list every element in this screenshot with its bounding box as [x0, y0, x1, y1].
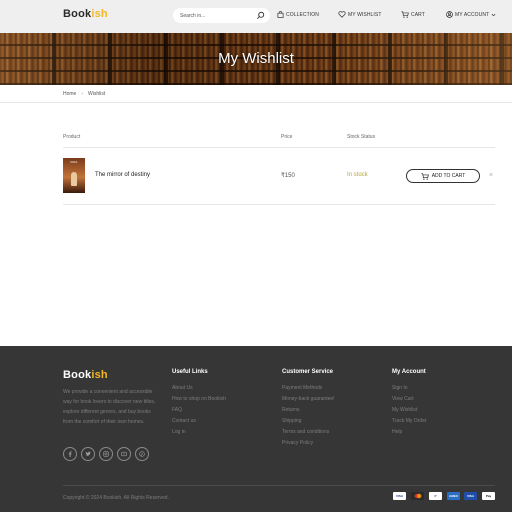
amex-icon: AMEX	[447, 492, 460, 500]
footer-logo-part1: Book	[63, 369, 92, 381]
nav-cart-label: CART	[411, 11, 425, 18]
footer-useful-links: Useful Links About Us How to shop on Boo…	[172, 369, 226, 438]
footer-customer-service: Customer Service Payment Methods Money-b…	[282, 369, 335, 449]
column-header-product: Product	[63, 134, 81, 140]
stock-status: In stock	[347, 172, 368, 178]
page-title: My Wishlist	[218, 50, 294, 67]
footer-link-terms[interactable]: Terms and conditions	[282, 427, 335, 438]
cart-icon	[401, 11, 409, 18]
footer-link-track-order[interactable]: Track My Order	[392, 416, 427, 427]
footer-useful-links-title: Useful Links	[172, 369, 208, 375]
copyright-text: Copyright © 2024 Bookish. All Rights Res…	[63, 495, 169, 501]
add-to-cart-label: ADD TO CART	[431, 173, 466, 179]
footer-link-faq[interactable]: FAQ	[172, 405, 226, 416]
breadcrumb: Home › Wishlist	[63, 91, 105, 97]
divider	[0, 102, 512, 103]
paypal-icon: P	[429, 492, 442, 500]
heart-icon	[338, 11, 346, 18]
search-input[interactable]	[180, 12, 250, 19]
product-thumbnail[interactable]: SOUL	[63, 158, 85, 193]
pinterest-icon[interactable]	[135, 447, 149, 461]
mastercard-icon	[411, 492, 424, 500]
brand-logo-part1: Book	[63, 8, 92, 20]
footer-link-log-in[interactable]: Log in	[172, 427, 226, 438]
footer-link-help[interactable]: Help	[392, 427, 427, 438]
user-icon	[446, 11, 453, 18]
breadcrumb-home[interactable]: Home	[63, 91, 76, 97]
product-name[interactable]: The mirror of destiny	[95, 172, 150, 178]
table-row-divider	[63, 204, 495, 205]
column-header-price: Price	[281, 134, 293, 140]
facebook-icon[interactable]	[63, 447, 77, 461]
footer-link-returns[interactable]: Returns	[282, 405, 335, 416]
footer-link-money-back[interactable]: Money-back guarantee!	[282, 394, 335, 405]
nav-cart[interactable]: CART	[401, 11, 425, 18]
footer-logo[interactable]: Bookish	[63, 369, 108, 381]
footer-logo-part2: ish	[91, 369, 108, 381]
site-header: Bookish COLLECTION MY WISHLIST CART MY A…	[0, 0, 512, 33]
bag-icon	[277, 11, 284, 18]
cart-icon	[421, 172, 429, 180]
nav-collection[interactable]: COLLECTION	[277, 11, 319, 18]
visa-card-icon-label: VISA	[466, 494, 474, 498]
footer-link-about-us[interactable]: About Us	[172, 383, 226, 394]
footer-my-account: My Account Sign In View Cart My Wishlist…	[392, 369, 427, 438]
search-box	[173, 8, 270, 23]
product-price: ₹150	[281, 173, 295, 179]
brand-logo[interactable]: Bookish	[63, 8, 108, 20]
brand-logo-part2: ish	[91, 8, 108, 20]
footer-link-shipping[interactable]: Shipping	[282, 416, 335, 427]
nav-account-label: MY ACCOUNT	[455, 11, 490, 18]
instagram-icon[interactable]	[99, 447, 113, 461]
amex-icon-label: AMEX	[449, 494, 458, 498]
footer-customer-service-title: Customer Service	[282, 369, 334, 375]
twitter-icon[interactable]	[81, 447, 95, 461]
column-header-stock: Stock Status	[347, 134, 376, 140]
applepay-icon-label: Pay	[485, 494, 492, 498]
page-banner: My Wishlist	[0, 33, 512, 85]
cover-figure	[71, 172, 77, 186]
footer-about-text: We provide a convenient and accessible w…	[63, 389, 156, 425]
table-header-divider	[63, 147, 495, 148]
visa-card-icon: VISA	[464, 492, 477, 500]
nav-account[interactable]: MY ACCOUNT	[446, 11, 496, 18]
chevron-down-icon	[491, 13, 496, 16]
footer-my-account-title: My Account	[392, 369, 426, 375]
visa-icon-label: VISA	[395, 494, 403, 498]
footer-link-privacy[interactable]: Privacy Policy	[282, 438, 335, 449]
nav-wishlist-label: MY WISHLIST	[348, 11, 382, 18]
nav-collection-label: COLLECTION	[286, 11, 319, 18]
footer-link-payment-methods[interactable]: Payment Methods	[282, 383, 335, 394]
footer-link-view-cart[interactable]: View Cart	[392, 394, 427, 405]
footer-link-sign-in[interactable]: Sign In	[392, 383, 427, 394]
add-to-cart-button[interactable]: ADD TO CART	[406, 169, 480, 183]
footer-link-my-wishlist[interactable]: My Wishlist	[392, 405, 427, 416]
footer-link-contact-us[interactable]: Contact us	[172, 416, 226, 427]
social-links	[63, 447, 149, 461]
site-footer: Bookish We provide a convenient and acce…	[0, 346, 512, 512]
visa-icon: VISA	[393, 492, 406, 500]
search-icon[interactable]	[256, 11, 265, 20]
applepay-icon: Pay	[482, 492, 495, 500]
youtube-icon[interactable]	[117, 447, 131, 461]
paypal-icon-label: P	[434, 494, 437, 498]
breadcrumb-separator-icon: ›	[81, 91, 84, 97]
breadcrumb-current: Wishlist	[88, 91, 106, 97]
product-cover-title: SOUL	[70, 160, 78, 164]
footer-divider	[63, 485, 495, 486]
remove-item-icon[interactable]: ×	[489, 172, 493, 179]
nav-wishlist[interactable]: MY WISHLIST	[338, 11, 382, 18]
footer-link-how-to-shop[interactable]: How to shop on Bookish	[172, 394, 226, 405]
